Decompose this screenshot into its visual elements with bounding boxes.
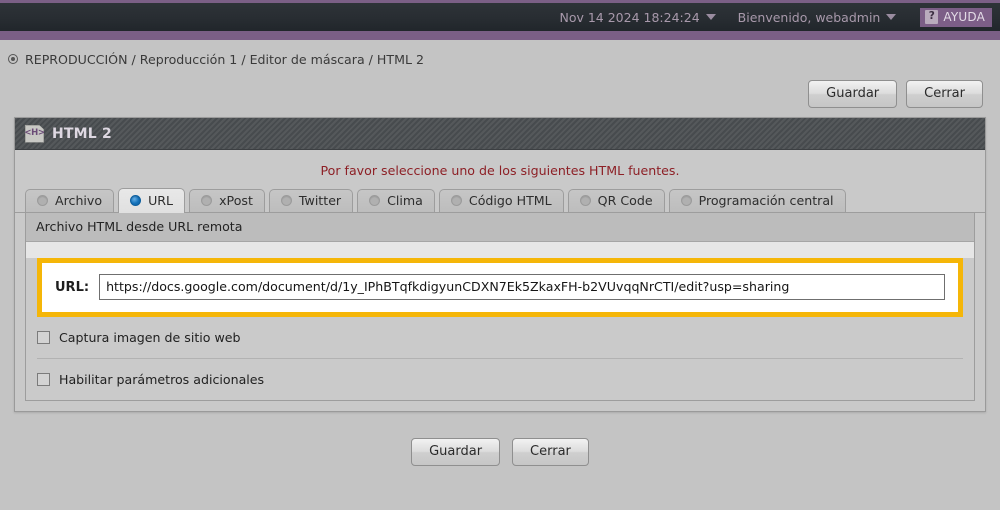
- save-button-bottom[interactable]: Guardar: [411, 438, 501, 466]
- checkbox-parametros-adicionales[interactable]: [37, 373, 50, 386]
- option-label: Captura imagen de sitio web: [59, 330, 241, 345]
- panel-header: <H> HTML 2: [15, 118, 985, 150]
- topbar: Nov 14 2024 18:24:24 Bienvenido, webadmi…: [0, 3, 1000, 31]
- save-button-top[interactable]: Guardar: [808, 80, 898, 108]
- html-document-icon-text: <H>: [24, 128, 45, 139]
- option-captura-imagen[interactable]: Captura imagen de sitio web: [26, 317, 974, 358]
- tab-qr-code[interactable]: QR Code: [567, 189, 665, 212]
- tab-clima[interactable]: Clima: [357, 189, 435, 212]
- help-label: AYUDA: [943, 9, 985, 24]
- radio-icon: [280, 195, 292, 206]
- tab-label: Código HTML: [468, 193, 552, 208]
- tab-codigo-html[interactable]: Código HTML: [438, 189, 564, 212]
- tab-label: QR Code: [597, 193, 653, 208]
- close-button-bottom[interactable]: Cerrar: [512, 438, 589, 466]
- breadcrumb: REPRODUCCIÓN / Reproducción 1 / Editor d…: [0, 46, 1000, 72]
- page-title: HTML 2: [52, 125, 112, 142]
- chevron-down-icon: [886, 14, 897, 20]
- selection-notice: Por favor seleccione uno de los siguient…: [320, 163, 680, 178]
- radio-icon: [450, 195, 462, 206]
- radio-icon: [201, 195, 213, 206]
- html-document-icon: <H>: [24, 124, 45, 143]
- tab-label: Twitter: [298, 193, 342, 208]
- tab-url[interactable]: URL: [118, 188, 186, 213]
- url-source-section: Archivo HTML desde URL remota URL: Captu…: [25, 213, 975, 401]
- chevron-down-icon: [705, 14, 716, 20]
- radio-icon: [579, 195, 591, 206]
- help-button[interactable]: ? AYUDA: [920, 7, 992, 27]
- datetime-label: Nov 14 2024 18:24:24: [559, 9, 700, 25]
- checkbox-captura-imagen[interactable]: [37, 331, 50, 344]
- panel-body: Por favor seleccione uno de los siguient…: [15, 150, 985, 411]
- radio-selected-icon: [130, 195, 142, 206]
- target-bullet-icon: [8, 54, 18, 64]
- question-mark-icon: ?: [925, 9, 939, 24]
- tab-xpost[interactable]: xPost: [189, 189, 265, 212]
- bottom-action-bar: Guardar Cerrar: [0, 438, 1000, 466]
- option-parametros-adicionales[interactable]: Habilitar parámetros adicionales: [26, 359, 974, 400]
- html-editor-panel: <H> HTML 2 Por favor seleccione uno de l…: [14, 117, 986, 412]
- url-field-label: URL:: [55, 279, 90, 295]
- datetime-menu[interactable]: Nov 14 2024 18:24:24: [559, 9, 716, 25]
- top-action-bar: Guardar Cerrar: [0, 80, 1000, 108]
- tab-archivo[interactable]: Archivo: [25, 189, 115, 212]
- tab-label: Clima: [387, 193, 423, 208]
- url-field-highlight: URL:: [37, 258, 963, 317]
- tab-label: URL: [148, 193, 174, 208]
- tab-twitter[interactable]: Twitter: [268, 189, 354, 212]
- radio-icon: [369, 195, 381, 206]
- user-greeting-label: Bienvenido, webadmin: [737, 9, 881, 25]
- section-heading: Archivo HTML desde URL remota: [26, 213, 974, 242]
- option-label: Habilitar parámetros adicionales: [59, 372, 265, 387]
- section-body: URL: Captura imagen de sitio web Habilit…: [26, 258, 974, 400]
- breadcrumb-label[interactable]: REPRODUCCIÓN / Reproducción 1 / Editor d…: [25, 52, 424, 67]
- tab-programacion-central[interactable]: Programación central: [668, 189, 846, 212]
- tab-label: Archivo: [55, 193, 103, 208]
- tab-label: Programación central: [698, 193, 834, 208]
- source-tabs: Archivo URL xPost Twitter Clima Código H…: [15, 188, 985, 213]
- tab-label: xPost: [219, 193, 253, 208]
- url-input[interactable]: [99, 274, 945, 300]
- radio-icon: [37, 195, 48, 206]
- radio-icon: [680, 195, 692, 206]
- user-menu[interactable]: Bienvenido, webadmin: [738, 10, 897, 25]
- close-button-top[interactable]: Cerrar: [906, 80, 983, 108]
- topbar-purple-strip: [0, 31, 1000, 40]
